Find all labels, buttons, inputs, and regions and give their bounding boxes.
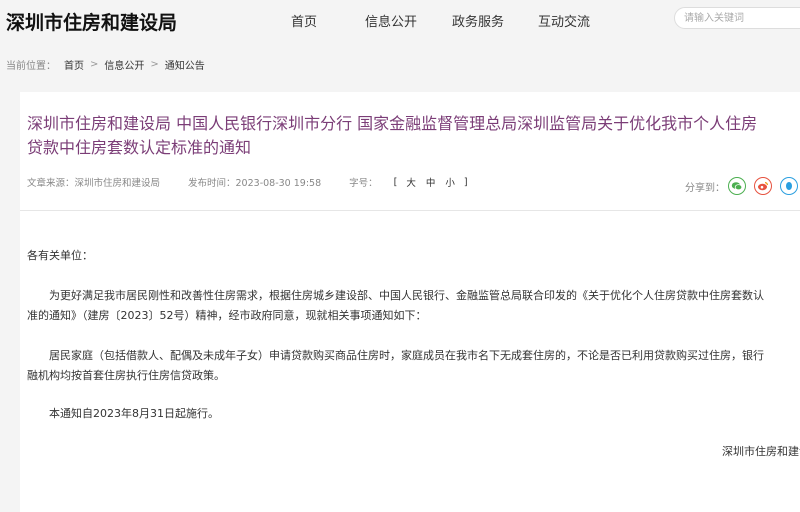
fontsize-medium[interactable]: 中 [426, 175, 436, 189]
article-title: 深圳市住房和建设局 中国人民银行深圳市分行 国家金融监督管理总局深圳监管局关于优… [27, 112, 800, 160]
breadcrumb-notices[interactable]: 通知公告 [165, 57, 205, 72]
article-para1-line1: 为更好满足我市居民刚性和改善性住房需求，根据住房城乡建设部、中国人民银行、金融监… [49, 289, 764, 302]
article-para3: 本通知自2023年8月31日起施行。 [49, 407, 219, 420]
article-para2-line2: 融机构均按首套住房执行住房信贷政策。 [27, 369, 225, 382]
article-card: 深圳市住房和建设局 中国人民银行深圳市分行 国家金融监督管理总局深圳监管局关于优… [20, 92, 800, 512]
breadcrumb-home[interactable]: 首页 [64, 57, 84, 72]
fontsize-switcher: [ 大 中 小 ] [393, 175, 468, 190]
article-title-line1: 深圳市住房和建设局 中国人民银行深圳市分行 国家金融监督管理总局深圳监管局关于优… [27, 114, 758, 133]
breadcrumb-separator: > [90, 59, 99, 70]
article-meta: 文章来源：深圳市住房和建设局 发布时间：2023-08-30 19:58 字号：… [27, 175, 500, 190]
article-published: 发布时间：2023-08-30 19:58 [188, 178, 322, 189]
nav-government-services[interactable]: 政务服务 [452, 11, 504, 30]
nav-home[interactable]: 首页 [291, 11, 317, 30]
meta-divider [20, 210, 800, 211]
nav-info-disclosure[interactable]: 信息公开 [365, 11, 417, 30]
article-source: 文章来源：深圳市住房和建设局 [27, 178, 161, 189]
breadcrumb-info-disclosure[interactable]: 信息公开 [104, 57, 144, 72]
qq-share-icon[interactable] [780, 177, 798, 195]
fontsize-large[interactable]: 大 [406, 175, 416, 189]
search-input[interactable] [674, 7, 800, 29]
fontsize-small[interactable]: 小 [445, 175, 455, 189]
breadcrumb: 当前位置： 首页 > 信息公开 > 通知公告 [6, 57, 205, 72]
article-greeting: 各有关单位： [27, 249, 93, 262]
article-para2-line1: 居民家庭（包括借款人、配偶及未成年子女）申请贷款购买商品住房时，家庭成员在我市名… [49, 349, 764, 362]
breadcrumb-lead: 当前位置： [6, 61, 56, 72]
site-title[interactable]: 深圳市住房和建设局 [6, 8, 177, 35]
share-label: 分享到： [685, 183, 725, 194]
article-signature: 深圳市住房和建设局 [722, 445, 800, 458]
article-para1-line2: 准的通知》（建房〔2023〕52号）精神，经市政府同意，现就相关事项通知如下： [27, 309, 427, 322]
article-title-line2: 贷款中住房套数认定标准的通知 [27, 138, 252, 157]
nav-interaction[interactable]: 互动交流 [538, 11, 590, 30]
fontsize-label: 字号： [349, 178, 378, 189]
breadcrumb-separator: > [150, 59, 159, 70]
wechat-share-icon[interactable] [728, 177, 746, 195]
weibo-share-icon[interactable] [754, 177, 772, 195]
site-header: 深圳市住房和建设局 首页 信息公开 政务服务 互动交流 [0, 0, 800, 40]
